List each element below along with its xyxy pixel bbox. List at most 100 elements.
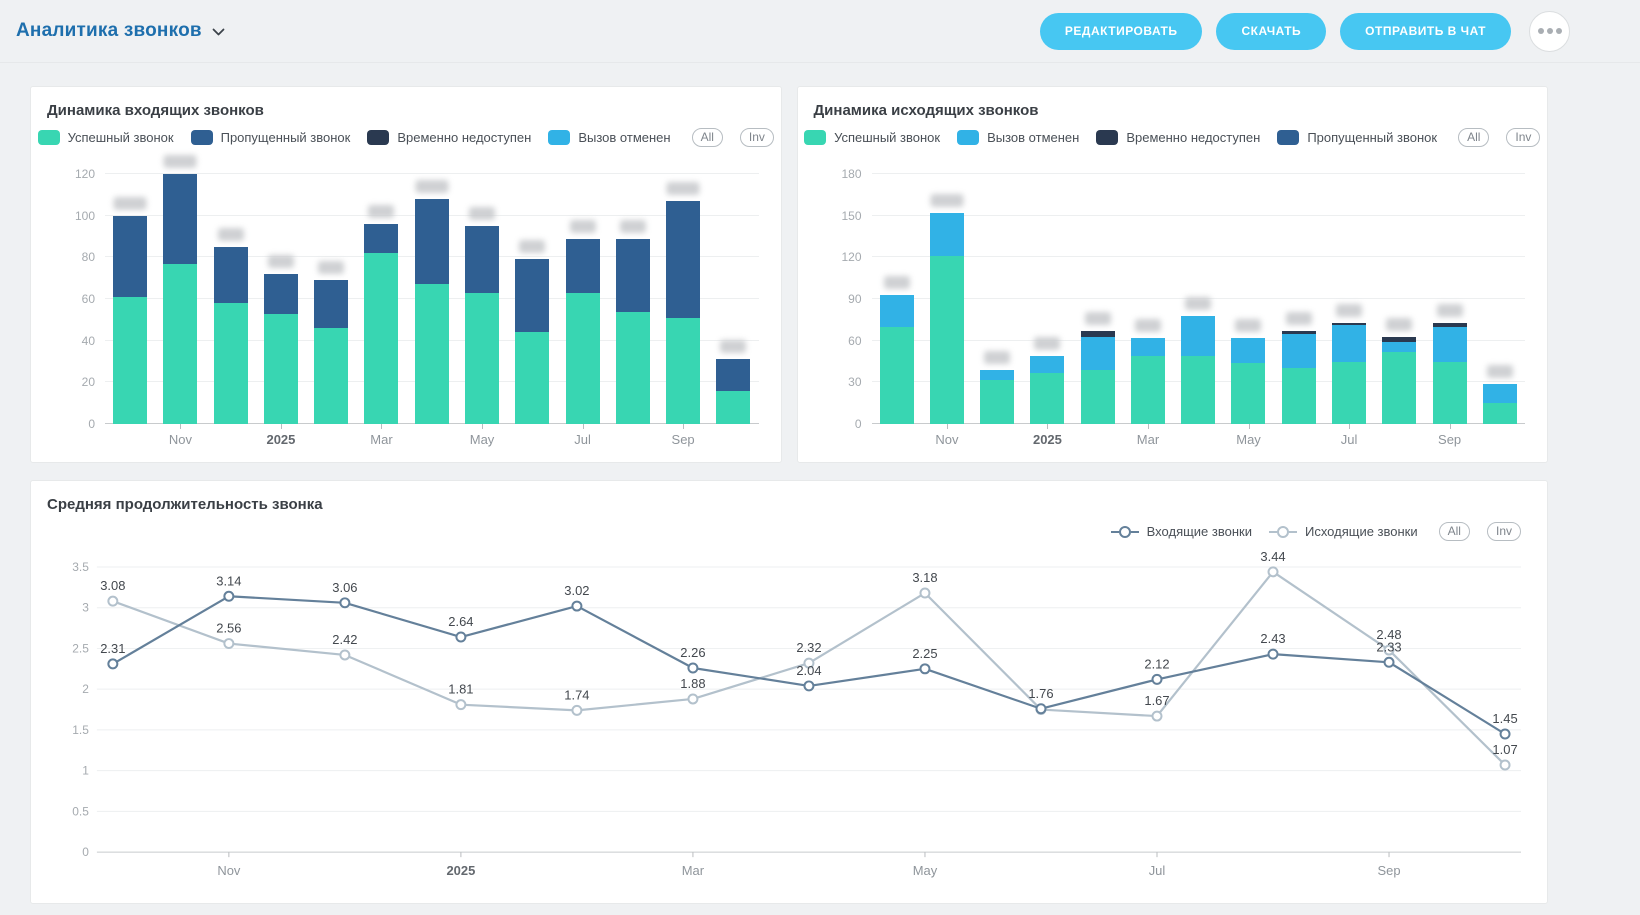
- legend-invert-button[interactable]: Inv: [1487, 522, 1521, 541]
- bar-month-1[interactable]: [155, 174, 205, 424]
- bar-segment: [314, 328, 348, 424]
- bar-value-redacted: [1286, 312, 1312, 325]
- bar-month-3[interactable]: [256, 174, 306, 424]
- data-point[interactable]: [340, 598, 349, 607]
- bar-month-5[interactable]: [356, 174, 406, 424]
- x-axis-tick: [482, 424, 483, 429]
- report-title-dropdown[interactable]: Аналитика звонков: [16, 20, 225, 42]
- chevron-down-icon: [212, 28, 225, 37]
- bar-month-11[interactable]: [1424, 174, 1474, 424]
- x-axis-label: Mar: [1137, 432, 1159, 447]
- data-point[interactable]: [688, 664, 697, 673]
- bar-month-8[interactable]: [507, 174, 557, 424]
- data-point[interactable]: [920, 664, 929, 673]
- bar-segment: [264, 274, 298, 314]
- bar-month-8[interactable]: [1274, 174, 1324, 424]
- incoming-calls-card: Динамика входящих звонков Успешный звоно…: [30, 86, 782, 463]
- bar-segment: [465, 293, 499, 424]
- bar-month-6[interactable]: [1173, 174, 1223, 424]
- legend-item-3[interactable]: Пропущенный звонок: [1277, 130, 1437, 145]
- data-point[interactable]: [456, 700, 465, 709]
- bar-segment: [1282, 368, 1316, 424]
- legend-item-1[interactable]: Исходящие звонки: [1269, 524, 1418, 539]
- data-point[interactable]: [456, 633, 465, 642]
- x-axis-label: May: [913, 863, 938, 878]
- legend-item-0[interactable]: Входящие звонки: [1111, 524, 1252, 539]
- legend-invert-button[interactable]: Inv: [1506, 128, 1540, 147]
- legend-item-3[interactable]: Вызов отменен: [548, 130, 670, 145]
- send-to-chat-button[interactable]: ОТПРАВИТЬ В ЧАТ: [1340, 13, 1511, 50]
- more-options-button[interactable]: [1529, 11, 1570, 52]
- bar-segment: [1483, 384, 1517, 403]
- data-point[interactable]: [108, 597, 117, 606]
- legend-item-2[interactable]: Временно недоступен: [1096, 130, 1260, 145]
- bar-segment: [1483, 403, 1517, 424]
- bar-month-1[interactable]: [922, 174, 972, 424]
- bar-month-5[interactable]: [1123, 174, 1173, 424]
- edit-button[interactable]: РЕДАКТИРОВАТЬ: [1040, 13, 1203, 50]
- bar-month-7[interactable]: [457, 174, 507, 424]
- point-value-label: 2.32: [796, 640, 821, 655]
- bar-month-4[interactable]: [1073, 174, 1123, 424]
- bar-month-2[interactable]: [972, 174, 1022, 424]
- point-value-label: 3.14: [216, 573, 241, 588]
- legend-item-2[interactable]: Временно недоступен: [367, 130, 531, 145]
- bar-segment: [1382, 342, 1416, 352]
- data-point[interactable]: [1501, 730, 1510, 739]
- data-point[interactable]: [572, 706, 581, 715]
- x-axis-tick: [1349, 424, 1350, 429]
- bar-month-4[interactable]: [306, 174, 356, 424]
- legend-all-button[interactable]: All: [1439, 522, 1470, 541]
- data-point[interactable]: [1153, 675, 1162, 684]
- legend-item-0[interactable]: Успешный звонок: [38, 130, 174, 145]
- y-axis-label: 90: [814, 292, 862, 306]
- data-point[interactable]: [108, 659, 117, 668]
- x-axis-tick: [947, 424, 948, 429]
- bar-segment: [1231, 363, 1265, 424]
- data-point[interactable]: [688, 694, 697, 703]
- bar-month-12[interactable]: [1475, 174, 1525, 424]
- legend-item-1[interactable]: Пропущенный звонок: [191, 130, 351, 145]
- data-point[interactable]: [1036, 704, 1045, 713]
- bar-month-2[interactable]: [206, 174, 256, 424]
- data-point[interactable]: [1153, 712, 1162, 721]
- data-point[interactable]: [224, 592, 233, 601]
- data-point[interactable]: [224, 639, 233, 648]
- legend-item-1[interactable]: Вызов отменен: [957, 130, 1079, 145]
- bar-month-11[interactable]: [658, 174, 708, 424]
- data-point[interactable]: [1269, 650, 1278, 659]
- legend-all-button[interactable]: All: [1458, 128, 1489, 147]
- legend-item-0[interactable]: Успешный звонок: [804, 130, 940, 145]
- bar-segment: [666, 201, 700, 318]
- download-button[interactable]: СКАЧАТЬ: [1216, 13, 1326, 50]
- bar-month-0[interactable]: [105, 174, 155, 424]
- bar-month-6[interactable]: [407, 174, 457, 424]
- bar-month-7[interactable]: [1223, 174, 1273, 424]
- avg-duration-chart: 00.511.522.533.5Nov2025MarMayJulSep3.082…: [47, 547, 1531, 895]
- legend-swatch: [548, 130, 570, 145]
- data-point[interactable]: [804, 681, 813, 690]
- data-point[interactable]: [340, 650, 349, 659]
- point-value-label: 3.18: [912, 570, 937, 585]
- bar-segment: [566, 293, 600, 424]
- bar-month-9[interactable]: [557, 174, 607, 424]
- bar-segment: [1030, 373, 1064, 424]
- bar-segment: [364, 224, 398, 253]
- data-point[interactable]: [920, 589, 929, 598]
- bar-value-redacted: [1336, 304, 1362, 317]
- bar-month-3[interactable]: [1022, 174, 1072, 424]
- bar-segment: [465, 226, 499, 293]
- legend-invert-button[interactable]: Inv: [740, 128, 774, 147]
- data-point[interactable]: [1501, 760, 1510, 769]
- bar-month-12[interactable]: [708, 174, 758, 424]
- legend-all-button[interactable]: All: [692, 128, 723, 147]
- y-axis-label: 40: [47, 334, 95, 348]
- data-point[interactable]: [1385, 658, 1394, 667]
- data-point[interactable]: [1269, 567, 1278, 576]
- bar-month-10[interactable]: [1374, 174, 1424, 424]
- bar-month-10[interactable]: [608, 174, 658, 424]
- data-point[interactable]: [572, 602, 581, 611]
- bar-segment: [113, 297, 147, 424]
- bar-month-0[interactable]: [872, 174, 922, 424]
- bar-month-9[interactable]: [1324, 174, 1374, 424]
